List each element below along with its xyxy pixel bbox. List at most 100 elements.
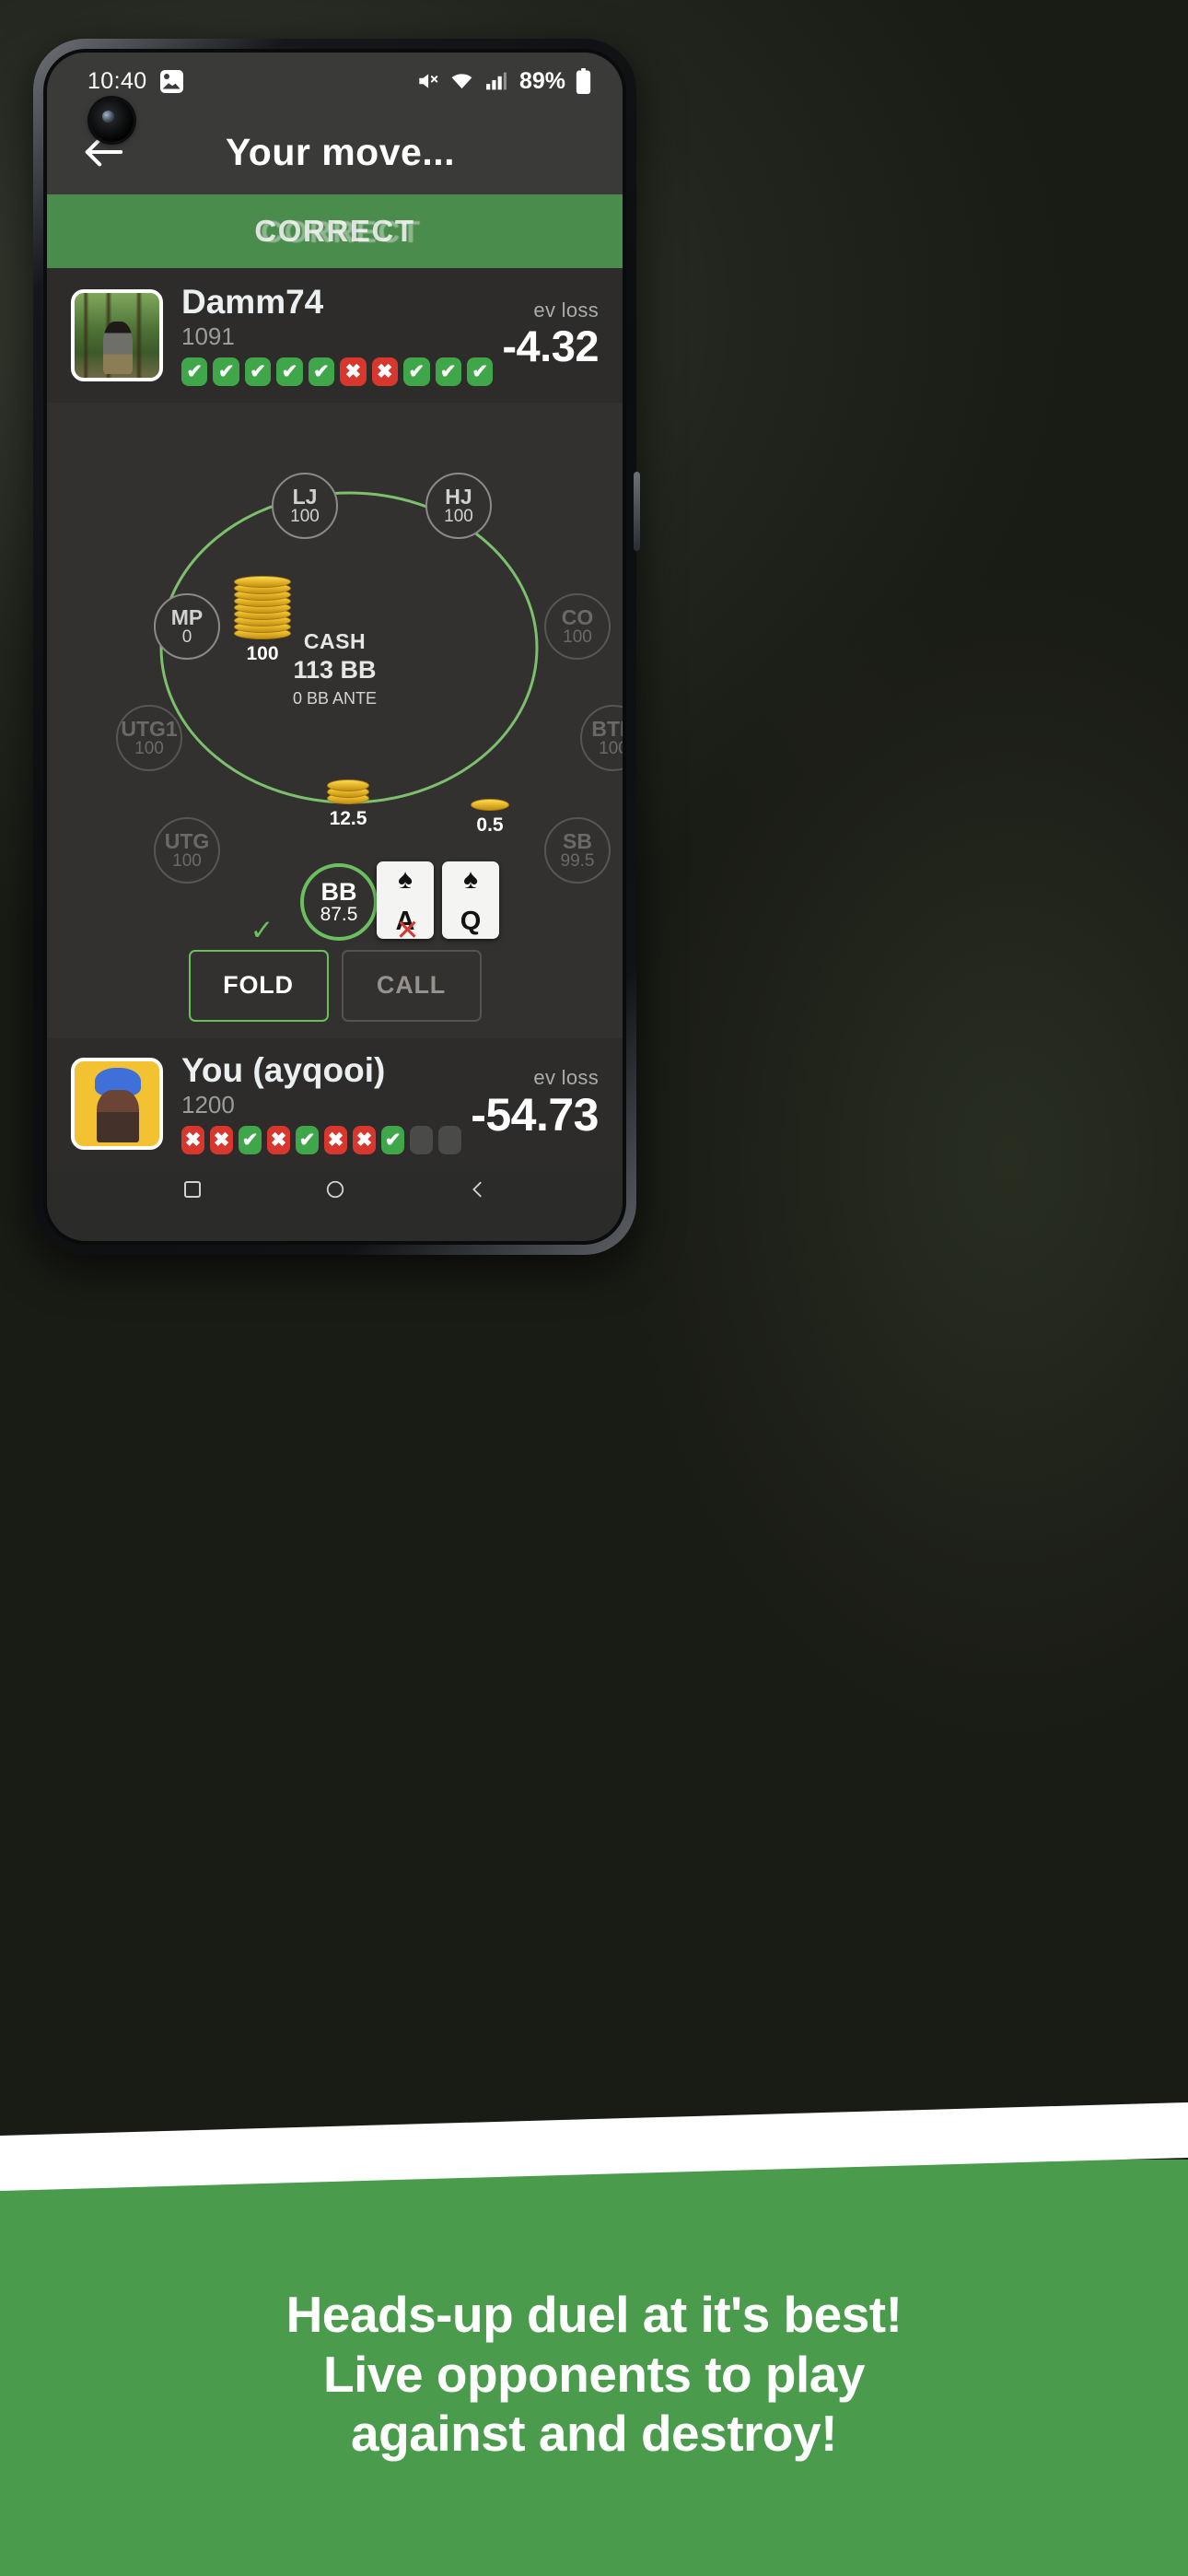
battery-percent: 89% [518, 67, 565, 94]
seat-position: UTG [164, 828, 210, 853]
hero-row[interactable]: You (ayqooi) 1200 ✖ ✖ ✔ ✖ ✔ ✖ ✖ ✔ ev los… [47, 1037, 623, 1171]
badge-result: ✔ [213, 357, 239, 386]
seat-utg[interactable]: UTG 100 [154, 816, 220, 884]
badge-result: ✖ [181, 1125, 205, 1154]
hero-ev-label: ev loss [533, 1065, 599, 1089]
game-type: CASH [303, 628, 367, 653]
seat-stack: 99.5 [560, 850, 595, 871]
seat-btn[interactable]: BTN 100 [580, 704, 623, 771]
badge-result [410, 1125, 434, 1154]
seat-stack: 100 [444, 506, 473, 526]
chip-stack-icon [471, 797, 509, 811]
opponent-ev-label: ev loss [533, 299, 599, 322]
action-marks: ✓ ✕ [47, 916, 623, 944]
badge-result: ✔ [239, 1125, 262, 1154]
ante-info: 0 BB ANTE [292, 688, 378, 708]
opponent-meta: Damm74 1091 ✔ ✔ ✔ ✔ ✔ ✖ ✖ ✔ ✔ ✔ [181, 283, 494, 386]
seat-position: LJ [292, 484, 318, 509]
badge-result: ✖ [353, 1125, 377, 1154]
seat-position: SB [563, 828, 592, 853]
opponent-name: Damm74 [181, 283, 324, 321]
hero-ev-value: -54.73 [471, 1088, 599, 1141]
pot-size: 113 BB [293, 655, 377, 684]
badge-result: ✖ [267, 1125, 291, 1154]
hero-avatar[interactable] [71, 1057, 163, 1150]
status-time: 10:40 [87, 67, 147, 94]
hero-ev-block: ev loss -54.73 [461, 1066, 599, 1142]
hero-badges: ✖ ✖ ✔ ✖ ✔ ✖ ✖ ✔ [181, 1125, 462, 1154]
status-bar: 10:40 89% [47, 53, 623, 110]
sb-bet: 0.5 [457, 797, 523, 837]
badge-result: ✔ [466, 357, 494, 386]
opponent-ev-block: ev loss -4.32 [493, 299, 599, 371]
seat-position: BB [320, 877, 357, 906]
seat-stack: 100 [172, 850, 202, 871]
spade-icon: ♠ [398, 863, 413, 895]
call-button[interactable]: CALL [341, 949, 482, 1022]
badge-result: ✖ [340, 357, 367, 386]
nav-back-icon[interactable] [468, 1179, 488, 1204]
phone-screen: 10:40 89% Your move... CORRECT CORRECT D… [47, 53, 623, 1241]
chip-stack-icon [234, 573, 291, 639]
front-camera [90, 99, 134, 142]
promo-line-2: Live opponents to play [323, 2345, 865, 2403]
promo-line-1: Heads-up duel at it's best! [285, 2286, 903, 2344]
action-area: ✓ ✕ FOLD CALL [47, 916, 623, 1022]
seat-utg1[interactable]: UTG1 100 [116, 704, 182, 771]
sb-bet-amount: 0.5 [476, 814, 504, 836]
action-buttons: FOLD CALL [47, 949, 623, 1022]
status-icons: 89% [415, 68, 591, 95]
seat-hj[interactable]: HJ 100 [425, 472, 492, 539]
chip-stack-icon [327, 779, 369, 804]
opponent-avatar[interactable] [71, 288, 163, 381]
mp-bet-amount: 100 [246, 642, 279, 664]
badge-result: ✔ [276, 357, 303, 386]
opponent-ev-value: -4.32 [502, 322, 599, 371]
hero-rating: 1200 [181, 1090, 235, 1118]
hero-meta: You (ayqooi) 1200 ✖ ✖ ✔ ✖ ✔ ✖ ✖ ✔ [181, 1050, 462, 1154]
badge-result: ✔ [181, 357, 208, 386]
badge-result: ✖ [371, 357, 399, 386]
seat-stack: 100 [290, 506, 320, 526]
wifi-icon [449, 69, 474, 93]
nav-home-icon[interactable] [325, 1179, 345, 1204]
badge-result: ✔ [308, 357, 335, 386]
system-nav-bar [47, 1170, 623, 1213]
seat-position: CO [561, 604, 594, 629]
power-button[interactable] [634, 472, 640, 551]
opponent-badges: ✔ ✔ ✔ ✔ ✔ ✖ ✖ ✔ ✔ ✔ [181, 357, 494, 386]
seat-position: MP [170, 604, 204, 629]
mute-icon [415, 69, 439, 93]
seat-position: HJ [445, 484, 472, 509]
bb-bet: 12.5 [315, 779, 381, 830]
seat-sb[interactable]: SB 99.5 [544, 816, 611, 884]
badge-result: ✔ [403, 357, 430, 386]
opponent-row[interactable]: Damm74 1091 ✔ ✔ ✔ ✔ ✔ ✖ ✖ ✔ ✔ ✔ ev loss … [47, 268, 623, 403]
image-icon [159, 69, 183, 93]
badge-result: ✖ [324, 1125, 348, 1154]
badge-result: ✔ [381, 1125, 405, 1154]
mp-bet: 100 [224, 573, 301, 665]
fold-button[interactable]: FOLD [188, 949, 329, 1022]
hero-name: You (ayqooi) [181, 1050, 386, 1089]
seat-position: UTG1 [121, 716, 178, 741]
seat-lj[interactable]: LJ 100 [272, 472, 338, 539]
badge-result: ✔ [435, 357, 461, 386]
table-center-info: CASH 113 BB 0 BB ANTE [47, 629, 623, 708]
phone-device: 10:40 89% Your move... CORRECT CORRECT D… [33, 39, 640, 1255]
wrong-cross-icon: ✕ [395, 913, 420, 946]
promo-banner: Heads-up duel at it's best! Live opponen… [0, 2160, 1188, 2576]
nav-recents-icon[interactable] [181, 1178, 204, 1205]
badge-result: ✖ [210, 1125, 234, 1154]
battery-icon [576, 68, 591, 94]
badge-result [438, 1125, 462, 1154]
signal-bars-icon [484, 69, 507, 93]
seat-stack: 100 [134, 738, 164, 758]
correct-check-icon: ✓ [250, 913, 274, 946]
device-bezel: 10:40 89% Your move... CORRECT CORRECT D… [43, 49, 626, 1245]
result-banner-ghost: CORRECT [261, 214, 422, 249]
seat-position: BTN [591, 716, 623, 741]
badge-result: ✔ [244, 357, 272, 386]
page-title: Your move... [225, 130, 456, 173]
bb-bet-amount: 12.5 [329, 807, 367, 829]
